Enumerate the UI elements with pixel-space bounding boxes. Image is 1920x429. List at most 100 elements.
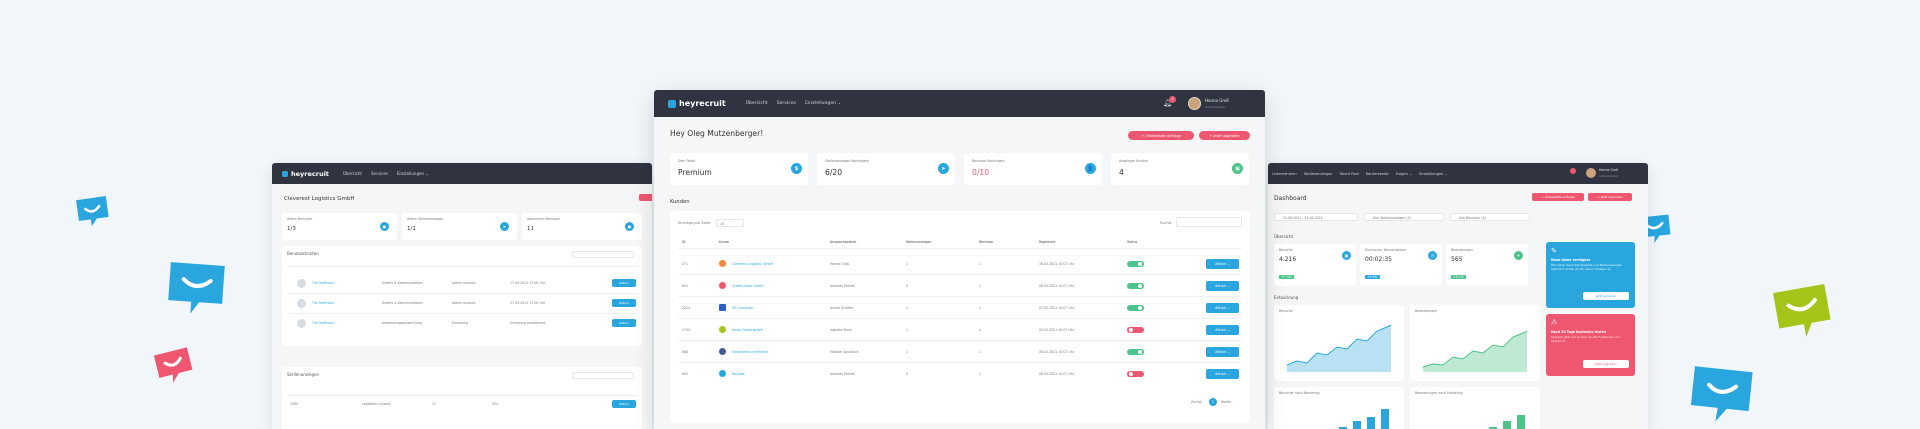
user-avatar[interactable] xyxy=(1586,168,1596,178)
customer-search-input[interactable] xyxy=(1176,217,1242,227)
company-logo-icon xyxy=(719,348,726,355)
left-users-card: Benutzerkonten Tim Hoffmann Kreativ & Ko… xyxy=(282,246,642,346)
customer-link[interactable]: Kinderwelt und Partner xyxy=(732,350,769,354)
upgrade-button[interactable]: + Jetzt upgraden xyxy=(1588,193,1632,201)
action-button[interactable]: Aktion ⌄ xyxy=(1206,281,1239,291)
visitors-bar-chart xyxy=(1339,409,1389,429)
column-header[interactable]: Registriert xyxy=(1039,240,1056,244)
user-filter[interactable]: Alle Benutzer (4) xyxy=(1450,213,1530,221)
status-toggle[interactable] xyxy=(1127,305,1144,311)
building-icon: ▣ xyxy=(1232,163,1243,174)
applications-marketing-card: Bewerbungen nach Marketing xyxy=(1410,387,1540,429)
job-filter[interactable]: Alle Stellenanzeigen (4) xyxy=(1364,213,1444,221)
avatar xyxy=(297,279,306,288)
applications-chart-card: Bewerbungen xyxy=(1410,305,1540,381)
chat-bubble-icon xyxy=(1773,284,1831,337)
nav-career-page[interactable]: Karriereseite xyxy=(1366,172,1389,176)
left-top-nav: heyrecruit Übersicht Services Einstellun… xyxy=(272,163,652,184)
users-search-input[interactable] xyxy=(572,251,634,258)
left-stat-subscribed: Abonnierte Benutzer 11 ● xyxy=(522,213,642,240)
column-header[interactable]: Kunde xyxy=(719,240,729,244)
action-button[interactable]: Aktion xyxy=(612,299,636,307)
nav-settings[interactable]: Einstellungen ⌄ xyxy=(397,171,429,176)
pagination-next[interactable]: Weiter xyxy=(1221,400,1231,404)
action-button[interactable]: Aktion xyxy=(612,279,636,287)
nav-questions[interactable]: Fragen ⌄ xyxy=(1396,172,1412,176)
right-top-nav: Unternehmen Stellenanzeigen Talent Pool … xyxy=(1268,163,1648,184)
center-top-nav: heyrecruit Übersicht Services Einstellun… xyxy=(654,90,1265,117)
kpi-applications: Bewerbungen 565 + +8.1% xyxy=(1446,244,1528,286)
left-ads-card: Stellenanzeigen 1395 Logistiker (m/w/d) … xyxy=(282,367,642,429)
column-header[interactable]: ID xyxy=(682,240,685,244)
action-button[interactable]: Aktion xyxy=(612,319,636,327)
company-logo-icon xyxy=(719,304,726,311)
left-stat-ads: Aktive Stellenanzeigen 1/1 ➤ xyxy=(402,213,517,240)
nav-talent-pool[interactable]: Talent Pool xyxy=(1339,172,1358,176)
customer-link[interactable]: GS Computer xyxy=(732,306,753,310)
left-red-button[interactable] xyxy=(639,194,652,201)
stat-job-ads: Stellenanzeigen Kontingent 6/20 ➤ xyxy=(817,153,955,185)
customer-link[interactable]: Youtube xyxy=(732,372,745,376)
action-button[interactable]: Aktion ⌄ xyxy=(1206,303,1239,313)
user-icon: ● xyxy=(625,222,634,231)
pagination-current[interactable]: 1 xyxy=(1209,398,1217,406)
status-toggle[interactable] xyxy=(1127,349,1144,355)
heyrecruit-logo[interactable]: heyrecruit xyxy=(668,99,726,108)
user-avatar[interactable] xyxy=(1188,97,1201,110)
status-toggle[interactable] xyxy=(1127,327,1144,333)
user-name-link[interactable]: Tim Hoffmann xyxy=(312,321,335,325)
promo-blue-button[interactable]: Jetzt ansehen xyxy=(1583,292,1629,300)
heyrecruit-logo[interactable]: heyrecruit xyxy=(282,170,329,178)
nav-services[interactable]: Services xyxy=(777,101,796,106)
left-stat-users: Aktive Benutzer 1/3 ● xyxy=(282,213,397,240)
dashboard-title: Dashboard xyxy=(1274,195,1307,202)
date-filter[interactable]: 01.06.2021 - 31.06.2021 xyxy=(1274,213,1358,221)
action-button[interactable]: Aktion ⌄ xyxy=(1206,259,1239,269)
request-button[interactable]: + Unbesetzte Anfrage xyxy=(1128,131,1194,140)
company-logo-icon xyxy=(719,370,726,377)
warning-icon: ⚠ xyxy=(1551,318,1558,326)
nav-overview[interactable]: Übersicht xyxy=(343,171,362,176)
ads-search-input[interactable] xyxy=(572,372,634,379)
customer-link[interactable]: Anton Gartenarbeit xyxy=(732,328,763,332)
nav-job-ads[interactable]: Stellenanzeigen xyxy=(1304,172,1333,176)
action-button[interactable]: Aktion ⌄ xyxy=(1206,369,1239,379)
promo-blue: ✎ Neue Ideen verfügbar Wir haben deine K… xyxy=(1546,242,1635,308)
dollar-icon: $ xyxy=(791,163,802,174)
right-app-window: Unternehmen Stellenanzeigen Talent Pool … xyxy=(1268,163,1648,429)
nav-companies[interactable]: Unternehmen xyxy=(1272,172,1297,176)
nav-settings[interactable]: Einstellungen ⌄ xyxy=(805,101,841,106)
customer-link[interactable]: Quality Solar GmbH xyxy=(732,284,764,288)
nav-settings[interactable]: Einstellungen ⌄ xyxy=(1419,172,1448,176)
send-icon: ➤ xyxy=(938,163,949,174)
customer-link[interactable]: Cleverest Logistics GmbH xyxy=(732,262,773,266)
nav-overview[interactable]: Übersicht xyxy=(746,101,768,106)
stat-package: Dein Paket Premium $ xyxy=(670,153,808,185)
page-size-select[interactable]: 10 xyxy=(716,219,744,227)
action-button[interactable]: Aktion xyxy=(612,400,636,408)
status-toggle[interactable] xyxy=(1127,283,1144,289)
visits-chart-card: Besuche xyxy=(1274,305,1404,381)
clock-icon: ◷ xyxy=(1428,251,1437,260)
status-toggle[interactable] xyxy=(1127,371,1144,377)
user-name-link[interactable]: Tim Hoffmann xyxy=(312,281,335,285)
column-header[interactable]: Status xyxy=(1127,240,1137,244)
nav-services[interactable]: Services xyxy=(371,171,388,176)
applications-bar-chart xyxy=(1489,415,1525,429)
column-header[interactable]: Ansprechpartner xyxy=(830,240,857,244)
pagination-prev[interactable]: Zurück xyxy=(1191,400,1202,404)
status-toggle[interactable] xyxy=(1127,261,1144,267)
column-header[interactable]: Benutzer xyxy=(979,240,993,244)
greeting-title: Hey Oleg Mutzenberger! xyxy=(670,129,764,138)
column-header[interactable]: Stellenanzeigen xyxy=(906,240,932,244)
promo-red-button[interactable]: Jetzt upgraden xyxy=(1583,360,1629,368)
company-logo-icon xyxy=(719,260,726,267)
user-name-link[interactable]: Tim Hoffmann xyxy=(312,301,335,305)
kpi-visits: Besuche 4.216 ▣ +7.4% xyxy=(1274,244,1356,286)
action-button[interactable]: Aktion ⌄ xyxy=(1206,347,1239,357)
upgrade-button[interactable]: + Jetzt upgraden xyxy=(1199,131,1250,140)
action-button[interactable]: Aktion ⌄ xyxy=(1206,325,1239,335)
avatar xyxy=(297,319,306,328)
request-button[interactable]: + Unbesetzte Anfrage xyxy=(1532,193,1584,201)
notification-badge[interactable] xyxy=(1570,168,1576,174)
